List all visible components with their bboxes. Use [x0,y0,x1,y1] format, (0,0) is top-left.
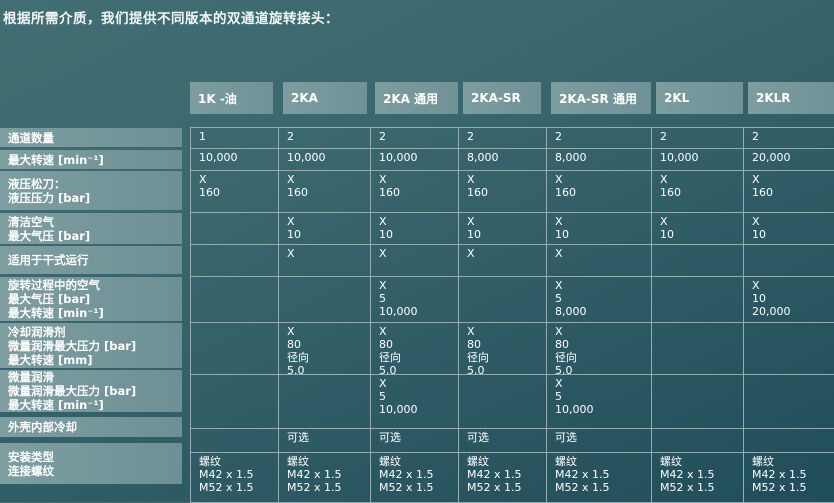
table-cell: X 160 [547,171,652,213]
column-header-2kl: 2KL [656,82,743,114]
table-cell: X 5 8,000 [547,277,652,323]
table-cell: 螺纹 M42 x 1.5 M52 x 1.5 [744,453,834,503]
table-cell [191,245,279,277]
table-cell: 可选 [547,429,652,453]
table-cell: X [279,245,371,277]
table-cell: X 160 [279,171,371,213]
table-cell [191,277,279,323]
table-cell: X 5 10,000 [371,277,459,323]
column-header-1k-oil: 1K -油 [190,82,273,114]
row-label-mql: 微量润滑 微量润滑最大压力 [bar] 最大转速 [min⁻¹] [0,370,182,412]
table-cell [279,277,371,323]
table-cell [191,375,279,429]
table-cell: X 160 [191,171,279,213]
table-cell: 螺纹 M42 x 1.5 M52 x 1.5 [279,453,371,503]
table-cell: 螺纹 M42 x 1.5 M52 x 1.5 [652,453,744,503]
table-cell: 2 [371,128,459,149]
table-cell: X 160 [744,171,834,213]
row-label-housing-cooling: 外壳内部冷却 [0,417,182,437]
table-cell: 螺纹 M42 x 1.5 M52 x 1.5 [191,453,279,503]
table-cell [652,429,744,453]
table-cell [191,213,279,245]
table-cell: 螺纹 M42 x 1.5 M52 x 1.5 [459,453,547,503]
table-cell: X 10 20,000 [744,277,834,323]
column-header-2klr: 2KLR [748,82,834,114]
table-cell: 可选 [279,429,371,453]
table-cell: 1 [191,128,279,149]
table-cell: X 160 [371,171,459,213]
table-cell: X 80 径向 5.0 [371,323,459,375]
table-cell: X 10 [279,213,371,245]
column-header-2ka-universal: 2KA 通用 [375,82,458,114]
table-cell: X [371,245,459,277]
table-cell: 2 [744,128,834,149]
row-label-hydraulic-unclamp: 液压松刀： 液压压力 [bar] [0,171,182,210]
table-cell: X [547,245,652,277]
table-cell: X 10 [371,213,459,245]
column-header-2ka: 2KA [283,82,367,114]
table-cell: 20,000 [744,149,834,171]
table-cell: 可选 [459,429,547,453]
table-cell [744,429,834,453]
table-cell: 2 [652,128,744,149]
table-cell: X 160 [652,171,744,213]
table-cell: 2 [279,128,371,149]
table-cell [652,323,744,375]
table-cell [279,375,371,429]
table-cell [459,277,547,323]
table-cell: X 80 径向 5.0 [459,323,547,375]
table-cell: 8,000 [547,149,652,171]
table-cell: 螺纹 M42 x 1.5 M52 x 1.5 [547,453,652,503]
table-cell: X 80 径向 5.0 [279,323,371,375]
table-cell: X 10 [459,213,547,245]
table-cell: 螺纹 M42 x 1.5 M52 x 1.5 [371,453,459,503]
table-cell [191,429,279,453]
table-cell [744,245,834,277]
table-cell: X [459,245,547,277]
table-cell: X 160 [459,171,547,213]
table-cell: X 80 径向 5.0 [547,323,652,375]
table-cell [652,277,744,323]
row-label-channel-count: 通道数量 [0,128,182,147]
row-label-mounting-type: 安装类型 连接螺纹 [0,443,182,484]
table-cell [652,375,744,429]
table-cell: 2 [547,128,652,149]
table-cell: 8,000 [459,149,547,171]
row-label-rotating-air: 旋转过程中的空气 最大气压 [bar] 最大转速 [min⁻¹] [0,277,182,321]
table-cell: 2 [459,128,547,149]
table-cell: X 10 [652,213,744,245]
spec-table: 1 2 2 2 2 2 2 10,000 10,000 10,000 8,000… [190,127,834,503]
row-label-dry-run: 适用于干式运行 [0,246,182,274]
table-cell [744,375,834,429]
table-cell: X 10 [547,213,652,245]
table-cell: X 5 10,000 [547,375,652,429]
table-cell [744,323,834,375]
table-cell: 10,000 [279,149,371,171]
row-label-max-speed: 最大转速 [min⁻¹] [0,150,182,169]
table-cell: X 10 [744,213,834,245]
column-header-2ka-sr: 2KA-SR [463,82,541,114]
table-cell [652,245,744,277]
row-label-coolant: 冷却润滑剂 微量润滑最大压力 [bar] 最大转速 [mm] [0,323,182,368]
table-cell [191,323,279,375]
table-cell: 10,000 [191,149,279,171]
table-cell: X 5 10,000 [371,375,459,429]
row-label-clean-air: 清洁空气 最大气压 [bar] [0,213,182,244]
table-cell: 可选 [371,429,459,453]
table-cell: 10,000 [652,149,744,171]
table-cell [459,375,547,429]
column-header-2ka-sr-universal: 2KA-SR 通用 [551,82,651,114]
page-title: 根据所需介质，我们提供不同版本的双通道旋转接头： [3,7,339,27]
table-cell: 10,000 [371,149,459,171]
